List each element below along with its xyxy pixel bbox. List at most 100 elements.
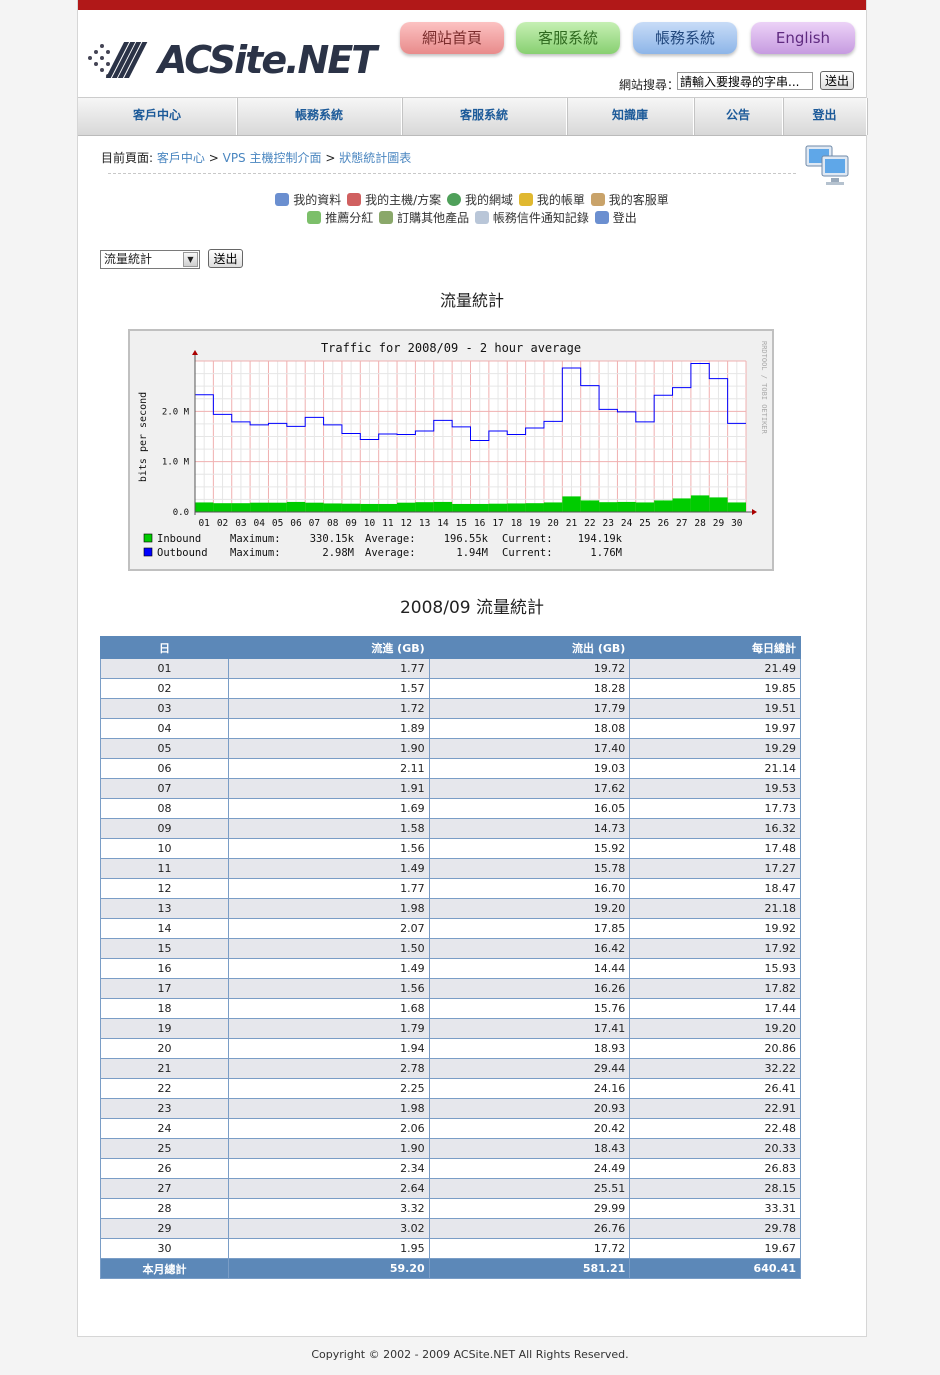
cell-day: 11 — [100, 858, 229, 879]
cell-inbound: 1.68 — [228, 998, 430, 1019]
chevron-down-icon: ▼ — [183, 252, 198, 267]
quick-link-my-tickets[interactable]: 我的客服單 — [590, 191, 669, 208]
quick-link-logout[interactable]: 登出 — [594, 209, 637, 226]
table-row: 04 1.89 18.08 19.97 — [100, 718, 801, 739]
quick-link-referral[interactable]: 推薦分紅 — [307, 209, 373, 226]
cell-total: 17.73 — [629, 798, 801, 819]
column-header-daily-total: 每日總計 — [629, 636, 801, 659]
inbound-bar — [672, 498, 691, 512]
traffic-chart-svg: Traffic for 2008/09 - 2 hour average bits… — [138, 341, 768, 559]
cell-inbound: 1.49 — [228, 858, 430, 879]
table-row: 15 1.50 16.42 17.92 — [100, 938, 801, 959]
x-tick-label: 12 — [400, 518, 411, 529]
breadcrumb-link-vps[interactable]: VPS 主機控制介面 — [223, 151, 322, 165]
legend-current-label: Current: — [502, 533, 553, 545]
cell-outbound: 16.42 — [428, 938, 631, 959]
cell-total: 19.53 — [629, 778, 801, 799]
breadcrumb-separator: > — [208, 151, 219, 165]
cell-inbound: 2.34 — [228, 1158, 430, 1179]
quick-link-my-profile[interactable]: 我的資料 — [275, 191, 341, 208]
cell-day: 27 — [100, 1178, 229, 1199]
cell-total: 17.92 — [629, 938, 801, 959]
chart-title: Traffic for 2008/09 - 2 hour average — [321, 341, 581, 355]
cell-day: 28 — [100, 1198, 229, 1219]
cell-outbound: 17.40 — [428, 738, 631, 759]
nav-item-knowledge-base[interactable]: 知識庫 — [567, 98, 694, 135]
cell-inbound: 1.50 — [228, 938, 430, 959]
inbound-bar — [268, 502, 287, 512]
breadcrumb-link-stats[interactable]: 狀態統計圖表 — [339, 151, 411, 165]
cell-outbound: 24.16 — [428, 1078, 631, 1099]
quick-link-billing-emails[interactable]: 帳務信件通知記錄 — [474, 209, 589, 226]
support-system-button[interactable]: 客服系統 — [516, 22, 620, 54]
logo-slashes-icon: //// — [110, 34, 144, 85]
y-tick-label: 0.0 — [173, 508, 189, 518]
cell-outbound: 20.93 — [428, 1098, 631, 1119]
cell-outbound: 17.41 — [428, 1018, 631, 1039]
cell-total: 26.41 — [629, 1078, 801, 1099]
cell-inbound: 2.78 — [228, 1058, 430, 1079]
legend-current-label: Current: — [502, 547, 553, 559]
cell-outbound: 17.79 — [428, 698, 631, 719]
cell-day: 20 — [100, 1038, 229, 1059]
home-button[interactable]: 網站首頁 — [400, 22, 504, 54]
nav-item-logout[interactable]: 登出 — [783, 98, 867, 135]
breadcrumb-prefix: 目前頁面: — [101, 151, 154, 165]
legend-series-name: Inbound — [157, 533, 201, 545]
cell-inbound: 1.77 — [228, 658, 430, 679]
quick-link-my-hosting[interactable]: 我的主機/方案 — [347, 191, 441, 208]
x-tick-label: 07 — [309, 518, 320, 529]
cell-total: 19.97 — [629, 718, 801, 739]
x-axis-arrow-icon — [752, 509, 757, 515]
cell-inbound: 1.79 — [228, 1018, 430, 1039]
ticket-icon — [590, 193, 605, 206]
site-logo[interactable]: //// ACSite.NET — [86, 34, 377, 86]
table-row: 26 2.34 24.49 26.83 — [100, 1158, 801, 1179]
table-row: 27 2.64 25.51 28.15 — [100, 1178, 801, 1199]
legend-max-value: 330.15k — [310, 533, 355, 545]
coins-icon — [518, 193, 533, 206]
breadcrumb-divider — [108, 173, 796, 174]
cell-inbound: 1.98 — [228, 1098, 430, 1119]
table-row: 21 2.78 29.44 32.22 — [100, 1058, 801, 1079]
cell-total: 16.32 — [629, 818, 801, 839]
x-tick-label: 30 — [731, 518, 743, 529]
cell-total: 19.51 — [629, 698, 801, 719]
cell-day: 06 — [100, 758, 229, 779]
legend-avg-label: Average: — [365, 547, 416, 559]
table-row: 18 1.68 15.76 17.44 — [100, 998, 801, 1019]
x-tick-label: 20 — [547, 518, 559, 529]
cell-inbound: 59.20 — [228, 1258, 430, 1279]
x-tick-label: 22 — [584, 518, 595, 529]
cell-day: 14 — [100, 918, 229, 939]
search-input[interactable] — [677, 72, 813, 90]
cell-inbound: 2.07 — [228, 918, 430, 939]
inbound-bar — [580, 500, 600, 512]
stats-type-select[interactable]: 流量統計 ▼ — [100, 250, 200, 269]
stats-submit-button[interactable]: 送出 — [208, 249, 243, 268]
cell-day: 01 — [100, 658, 229, 679]
inbound-bar — [378, 503, 398, 512]
inbound-bar — [323, 503, 342, 512]
nav-item-billing[interactable]: 帳務系統 — [237, 98, 402, 135]
inbound-bar — [635, 502, 655, 512]
total-label: 本月總計 — [100, 1258, 229, 1279]
traffic-table: 日 流進 (GB) 流出 (GB) 每日總計 01 1.77 19.72 21.49 0… — [100, 636, 801, 1279]
nav-item-support[interactable]: 客服系統 — [402, 98, 567, 135]
nav-item-announcements[interactable]: 公告 — [694, 98, 783, 135]
inbound-bar — [305, 502, 324, 512]
legend-max-value: 2.98M — [322, 547, 354, 559]
english-button[interactable]: English — [751, 22, 855, 54]
quick-link-my-domains[interactable]: 我的網域 — [447, 191, 513, 208]
billing-system-button[interactable]: 帳務系統 — [633, 22, 737, 54]
cell-day: 23 — [100, 1098, 229, 1119]
breadcrumb: 目前頁面: 客戶中心 > VPS 主機控制介面 > 狀態統計圖表 — [101, 149, 411, 166]
y-tick-label: 1.0 M — [162, 458, 190, 468]
quick-link-my-bills[interactable]: 我的帳單 — [518, 191, 585, 208]
cell-outbound: 14.44 — [428, 958, 631, 979]
cell-total: 15.93 — [629, 958, 801, 979]
breadcrumb-link-client-center[interactable]: 客戶中心 — [157, 151, 205, 165]
quick-link-order-products[interactable]: 訂購其他產品 — [379, 209, 469, 226]
nav-item-client-center[interactable]: 客戶中心 — [78, 98, 237, 135]
search-submit-button[interactable]: 送出 — [820, 71, 854, 90]
